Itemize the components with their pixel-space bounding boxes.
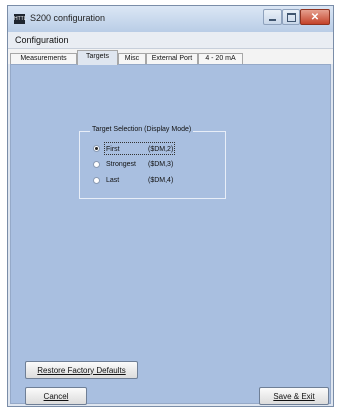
radio-label-strongest: Strongest xyxy=(106,161,136,168)
radio-label-last: Last xyxy=(106,177,120,184)
menu-bar: Configuration xyxy=(8,32,333,49)
radio-label-first: First xyxy=(106,146,120,153)
radio-strongest[interactable]: Strongest ($DM,3) xyxy=(93,159,173,170)
radio-first[interactable]: First ($DM,2) xyxy=(93,142,176,155)
radio-first-focus: First ($DM,2) xyxy=(103,142,176,155)
menu-configuration[interactable]: Configuration xyxy=(15,35,69,45)
radio-code-last: ($DM,4) xyxy=(148,177,174,184)
radio-code-first: ($DM,2) xyxy=(148,146,174,153)
radio-button-first[interactable] xyxy=(93,145,100,152)
maximize-icon xyxy=(286,12,296,22)
radio-button-strongest[interactable] xyxy=(93,161,100,168)
save-exit-button[interactable]: Save & Exit xyxy=(259,387,329,405)
configuration-window: HTTL S200 configuration ✕ Configuration … xyxy=(7,5,334,407)
radio-button-last[interactable] xyxy=(93,177,100,184)
target-selection-legend: Target Selection (Display Mode) xyxy=(90,126,194,133)
tab-targets[interactable]: Targets xyxy=(77,50,118,65)
radio-selected-dot xyxy=(95,147,98,150)
target-selection-group: Target Selection (Display Mode) First ($D… xyxy=(79,126,226,199)
title-bar[interactable]: HTTL S200 configuration ✕ xyxy=(8,6,333,32)
minimize-button[interactable] xyxy=(263,9,282,25)
app-icon: HTTL xyxy=(14,14,27,24)
targets-panel: Target Selection (Display Mode) First ($D… xyxy=(10,64,331,405)
radio-code-strongest: ($DM,3) xyxy=(148,161,174,168)
close-icon: ✕ xyxy=(310,11,320,23)
minimize-icon xyxy=(269,19,276,21)
tab-strip: Measurements Targets Misc External Port … xyxy=(8,49,333,65)
radio-last[interactable]: Last ($DM,4) xyxy=(93,175,173,186)
maximize-button[interactable] xyxy=(282,9,300,25)
restore-defaults-button[interactable]: Restore Factory Defaults xyxy=(25,361,138,379)
window-title: S200 configuration xyxy=(30,13,106,23)
tab-misc[interactable]: Misc xyxy=(118,53,146,64)
tab-external-port[interactable]: External Port xyxy=(146,53,198,64)
tab-measurements[interactable]: Measurements xyxy=(10,53,77,64)
cancel-button[interactable]: Cancel xyxy=(25,387,87,405)
tab-4-20-ma[interactable]: 4 - 20 mA xyxy=(198,53,243,64)
close-button[interactable]: ✕ xyxy=(300,9,330,25)
